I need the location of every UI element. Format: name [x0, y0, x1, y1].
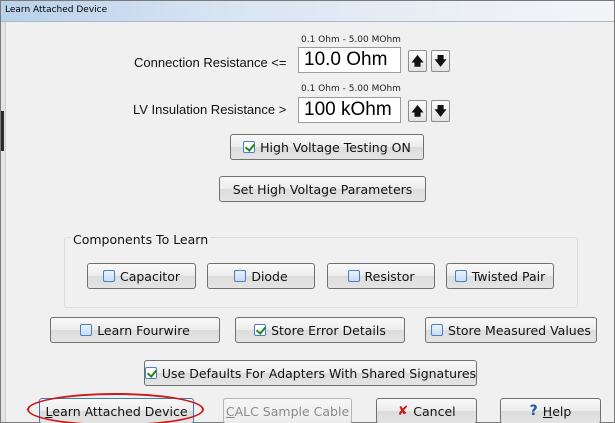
- capacitor-toggle[interactable]: Capacitor: [87, 263, 196, 289]
- insulation-resistance-field[interactable]: 100 kOhm: [298, 97, 401, 123]
- insulation-resistance-range: 0.1 Ohm - 5.00 MOhm: [301, 84, 401, 94]
- calc-sample-cable-label: ALC Sample Cable: [234, 403, 350, 419]
- resistor-label: Resistor: [364, 268, 415, 284]
- high-voltage-testing-toggle[interactable]: High Voltage Testing ON: [230, 134, 424, 160]
- help-label: elp: [552, 403, 572, 419]
- help-button[interactable]: ? Help: [500, 398, 601, 423]
- arrow-up-icon: 🡅: [411, 54, 424, 68]
- cancel-button[interactable]: ✘ Cancel: [376, 398, 477, 423]
- use-defaults-shared-signatures-toggle[interactable]: Use Defaults For Adapters With Shared Si…: [144, 360, 477, 386]
- learn-fourwire-label: Learn Fourwire: [97, 322, 190, 338]
- checkbox-unchecked-icon: [454, 270, 467, 282]
- arrow-down-icon: 🡇: [434, 54, 447, 68]
- arrow-up-icon: 🡅: [411, 104, 424, 118]
- calc-sample-cable-button[interactable]: C ALC Sample Cable: [223, 398, 352, 423]
- window-title: Learn Attached Device: [5, 5, 108, 15]
- high-voltage-testing-label: High Voltage Testing ON: [260, 139, 411, 155]
- components-to-learn-title: Components To Learn: [71, 232, 211, 247]
- window-edge-accent: [1, 111, 4, 151]
- store-measured-values-label: Store Measured Values: [448, 322, 591, 338]
- insulation-down-button[interactable]: 🡇: [431, 100, 450, 122]
- learn-attached-device-dialog: Learn Attached Device Connection Resista…: [0, 0, 615, 423]
- set-high-voltage-parameters-label: Set High Voltage Parameters: [232, 181, 413, 197]
- set-high-voltage-parameters-button[interactable]: Set High Voltage Parameters: [219, 176, 426, 202]
- help-mnemonic: H: [542, 403, 553, 419]
- store-error-details-toggle[interactable]: Store Error Details: [235, 317, 405, 343]
- checkbox-checked-icon: [254, 324, 267, 336]
- connection-resistance-range: 0.1 Ohm - 5.00 MOhm: [301, 35, 401, 45]
- checkbox-unchecked-icon: [234, 270, 247, 282]
- arrow-down-icon: 🡇: [434, 104, 447, 118]
- use-defaults-label: Use Defaults For Adapters With Shared Si…: [161, 365, 477, 381]
- connection-resistance-label: Connection Resistance <=: [134, 55, 287, 70]
- help-question-icon: ?: [529, 403, 538, 419]
- capacitor-label: Capacitor: [119, 268, 181, 284]
- checkbox-unchecked-icon: [80, 324, 93, 336]
- cancel-x-icon: ✘: [397, 403, 409, 419]
- checkbox-unchecked-icon: [102, 270, 115, 282]
- connection-up-button[interactable]: 🡅: [408, 50, 427, 72]
- twisted-pair-toggle[interactable]: Twisted Pair: [446, 263, 554, 289]
- checkbox-unchecked-icon: [431, 324, 444, 336]
- learn-mnemonic: L: [45, 403, 53, 419]
- insulation-up-button[interactable]: 🡅: [408, 100, 427, 122]
- window-left-edge: [1, 22, 6, 422]
- learn-attached-device-label: earn Attached Device: [52, 403, 188, 419]
- connection-down-button[interactable]: 🡇: [431, 50, 450, 72]
- calc-mnemonic: C: [225, 403, 235, 419]
- insulation-resistance-label: LV Insulation Resistance >: [133, 102, 287, 117]
- checkbox-unchecked-icon: [347, 270, 360, 282]
- connection-resistance-field[interactable]: 10.0 Ohm: [298, 47, 401, 73]
- diode-label: Diode: [251, 268, 288, 284]
- store-error-details-label: Store Error Details: [271, 322, 386, 338]
- resistor-toggle[interactable]: Resistor: [327, 263, 435, 289]
- twisted-pair-label: Twisted Pair: [471, 268, 546, 284]
- store-measured-values-toggle[interactable]: Store Measured Values: [425, 317, 597, 343]
- diode-toggle[interactable]: Diode: [207, 263, 315, 289]
- checkbox-checked-icon: [144, 367, 157, 379]
- checkbox-checked-icon: [243, 141, 256, 153]
- title-bar[interactable]: Learn Attached Device: [1, 1, 614, 22]
- learn-attached-device-button[interactable]: Learn Attached Device: [39, 398, 194, 423]
- cancel-label: Cancel: [413, 403, 456, 419]
- learn-fourwire-toggle[interactable]: Learn Fourwire: [50, 317, 220, 343]
